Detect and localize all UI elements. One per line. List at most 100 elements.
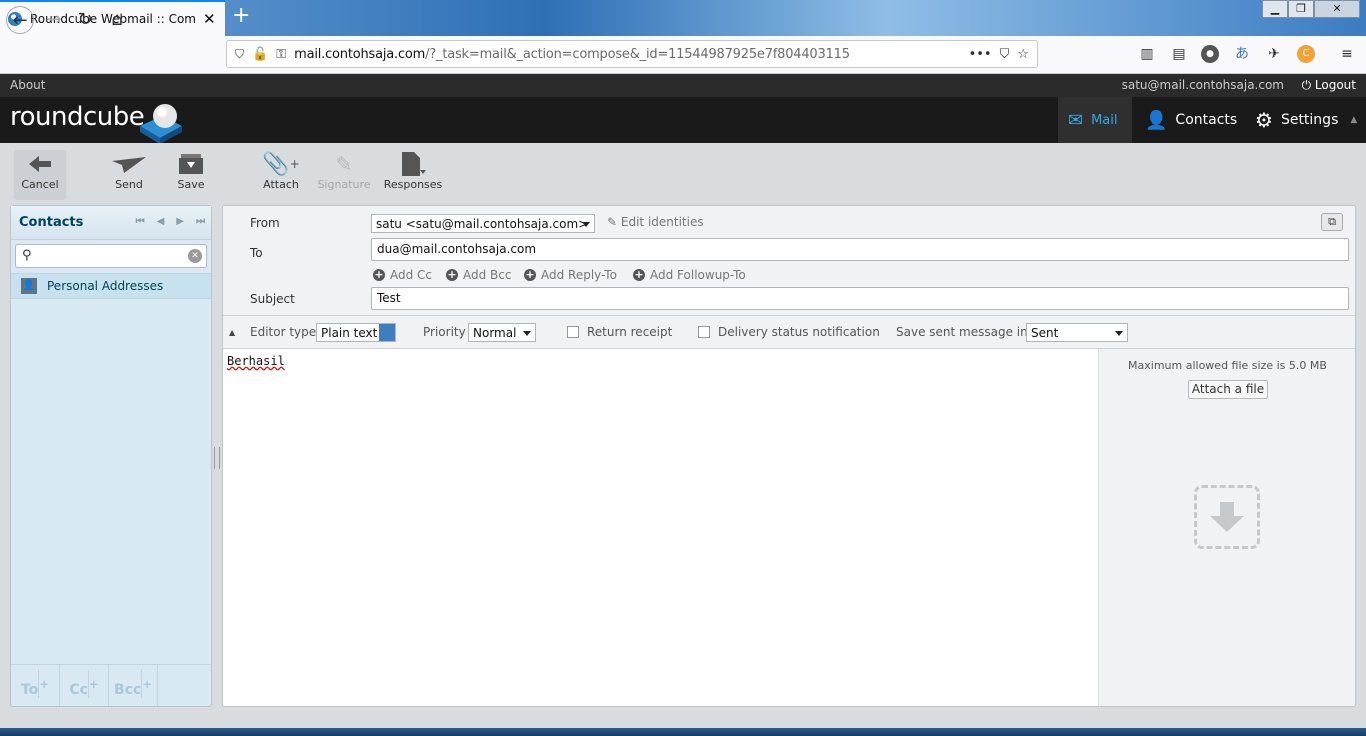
back-icon[interactable]: ←	[6, 6, 34, 34]
add-reply-to-link[interactable]: + Add Reply-To	[524, 268, 617, 282]
insecure-lock-icon[interactable]: 🔓	[252, 47, 268, 62]
plus-circle-icon: +	[446, 268, 458, 281]
from-select[interactable]: satu <satu@mail.contohsaja.com>	[371, 214, 595, 233]
roundcube-logo-icon	[140, 104, 182, 144]
new-tab-icon[interactable]: +	[232, 4, 250, 28]
popout-icon[interactable]: ⧉	[1321, 213, 1343, 231]
contacts-search-input[interactable]	[40, 247, 180, 265]
shield-icon[interactable]: ⛉	[235, 47, 244, 62]
panel-splitter[interactable]	[214, 447, 220, 469]
add-followup-to-link[interactable]: + Add Followup-To	[633, 268, 746, 282]
home-icon[interactable]: ⌂	[103, 6, 131, 34]
add-bcc-button[interactable]: Bcc+	[109, 665, 158, 706]
save-sent-select[interactable]: Sent	[1026, 323, 1128, 342]
logout-link[interactable]: ⏻ Logout	[1302, 78, 1356, 93]
message-body-text: Berhasil	[227, 354, 285, 368]
from-label: From	[250, 216, 280, 230]
close-tab-icon[interactable]: ✕	[203, 10, 216, 28]
maximize-window-icon[interactable]: ❐	[1288, 0, 1314, 18]
add-cc-link[interactable]: + Add Cc	[373, 268, 432, 282]
avatar-icon[interactable]: ●	[1201, 45, 1219, 63]
address-book-item[interactable]: 👤 Personal Addresses	[11, 273, 211, 299]
add-bcc-link[interactable]: + Add Bcc	[446, 268, 511, 282]
mail-icon: ✉	[1068, 109, 1084, 131]
dsn-checkbox[interactable]	[698, 326, 710, 338]
add-to-button[interactable]: To+	[11, 665, 60, 706]
editor-type-label: Editor type	[250, 325, 317, 339]
address-book-icon: 👤	[21, 278, 37, 294]
clear-search-icon[interactable]: ✕	[188, 249, 202, 263]
collapse-header-icon[interactable]: ▲	[1350, 115, 1357, 125]
menu-icon[interactable]: ≡	[1338, 45, 1356, 63]
add-bcc-link-label: Add Bcc	[463, 268, 512, 282]
previous-page-icon[interactable]: ◀	[157, 216, 165, 227]
responses-button[interactable]: Responses	[380, 150, 446, 200]
attach-file-button[interactable]: Attach a file	[1188, 380, 1268, 399]
priority-select[interactable]: Normal	[468, 323, 536, 342]
edit-identities-link[interactable]: ✎ Edit identities	[607, 215, 704, 229]
translate-icon[interactable]: あ	[1233, 45, 1251, 63]
message-body[interactable]: Berhasil	[227, 354, 285, 368]
about-link[interactable]: About	[10, 78, 45, 92]
download-arrow-icon	[1210, 502, 1244, 532]
attach-button[interactable]: 📎 + Attach	[258, 150, 304, 200]
recipient-buttons: To+ Cc+ Bcc+	[11, 664, 211, 706]
contacts-panel-header: Contacts ⏮ ◀ ▶ ⏭	[11, 206, 211, 240]
reload-icon[interactable]: ↻	[71, 6, 99, 34]
contacts-search[interactable]: ⚲ ✕	[15, 244, 207, 268]
contacts-pager: ⏮ ◀ ▶ ⏭	[136, 216, 205, 227]
add-cc-button[interactable]: Cc+	[60, 665, 109, 706]
to-field[interactable]: dua@mail.contohsaja.com	[371, 238, 1349, 261]
first-page-icon[interactable]: ⏮	[136, 216, 145, 227]
save-label: Save	[177, 178, 205, 191]
add-bcc-label: Bcc	[113, 669, 143, 698]
cancel-button[interactable]: Cancel	[14, 150, 66, 200]
next-page-icon[interactable]: ▶	[176, 216, 184, 227]
attach-label: Attach	[263, 178, 299, 191]
url-text[interactable]: mail.contohsaja.com/?_task=mail&_action=…	[294, 47, 850, 62]
contacts-panel-title: Contacts	[19, 215, 84, 230]
task-contacts[interactable]: 👤 Contacts	[1135, 97, 1247, 143]
max-file-size-hint: Maximum allowed file size is 5.0 MB	[1128, 359, 1327, 372]
paperclip-icon: 📎 +	[262, 151, 300, 177]
last-page-icon[interactable]: ⏭	[196, 216, 205, 227]
close-window-icon[interactable]: ✕	[1314, 0, 1360, 18]
send-label: Send	[115, 178, 143, 191]
extension-c-icon[interactable]: C	[1297, 45, 1315, 63]
roundcube-logo[interactable]: roundcube	[10, 102, 145, 132]
os-taskbar	[0, 728, 1366, 736]
search-icon: ⚲	[22, 248, 32, 263]
priority-label: Priority	[423, 325, 466, 339]
editor-type-select[interactable]: Plain text	[316, 323, 396, 342]
pocket-icon[interactable]: ⛉	[1000, 47, 1010, 62]
paper-plane-icon	[104, 150, 154, 178]
plus-circle-icon: +	[373, 268, 385, 281]
sidebar-icon[interactable]: ▤	[1170, 45, 1188, 63]
task-mail[interactable]: ✉ Mail	[1058, 97, 1132, 143]
compose-headers: From satu <satu@mail.contohsaja.com> ✎ E…	[223, 206, 1355, 316]
save-button[interactable]: Save	[168, 150, 214, 200]
page-actions-icon[interactable]: •••	[969, 47, 992, 62]
extension-icon[interactable]: ✈	[1265, 45, 1283, 63]
collapse-options-icon[interactable]: ▲	[229, 328, 235, 337]
return-receipt-checkbox[interactable]	[567, 326, 579, 338]
signature-button[interactable]: ✎ Signature	[315, 150, 373, 200]
minimize-window-icon[interactable]: ▁	[1262, 0, 1288, 18]
library-icon[interactable]: ▥	[1138, 45, 1156, 63]
send-button[interactable]: Send	[104, 150, 154, 200]
dsn-label: Delivery status notification	[718, 325, 880, 339]
task-settings-label: Settings	[1280, 112, 1339, 128]
back-arrow-icon	[14, 150, 66, 178]
bookmark-star-icon[interactable]: ☆	[1017, 47, 1029, 62]
subject-field[interactable]: Test	[371, 287, 1349, 310]
chevron-down-icon	[379, 324, 395, 341]
return-receipt-label: Return receipt	[587, 325, 673, 339]
forward-icon[interactable]: →	[40, 6, 68, 34]
drop-zone[interactable]	[1194, 485, 1260, 549]
task-settings[interactable]: ⚙ Settings ▲	[1245, 97, 1366, 143]
chevron-down-icon	[582, 222, 590, 227]
key-icon[interactable]: ⚿	[276, 47, 286, 62]
plus-circle-icon: +	[524, 268, 536, 281]
pencil-icon: ✎	[607, 215, 618, 229]
address-bar[interactable]: ⛉ 🔓 ⚿ mail.contohsaja.com/?_task=mail&_a…	[226, 40, 1038, 68]
